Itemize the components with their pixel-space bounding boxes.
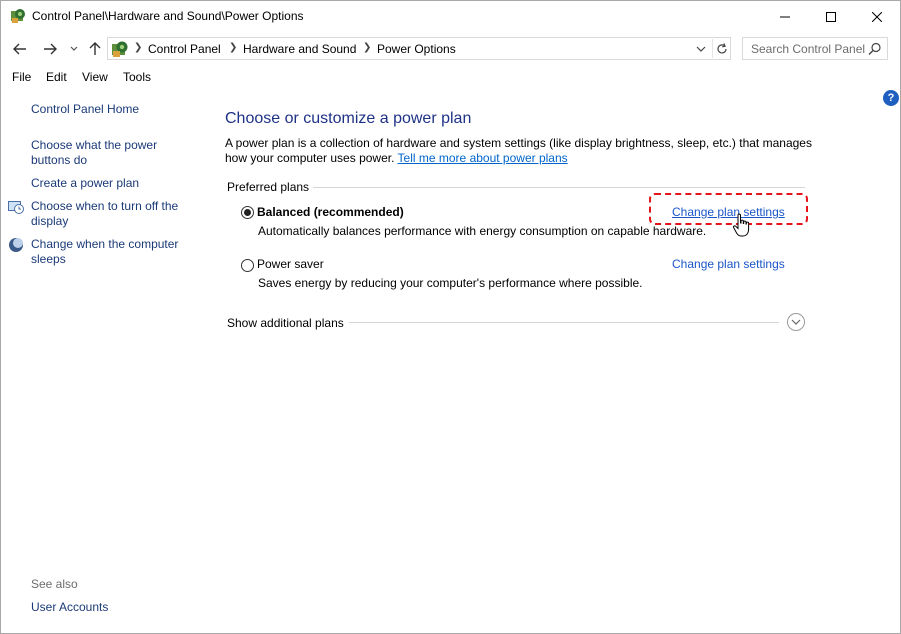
breadcrumb-power-options[interactable]: Power Options bbox=[377, 42, 456, 56]
maximize-button[interactable] bbox=[808, 1, 854, 32]
power-saver-plan-description: Saves energy by reducing your computer's… bbox=[258, 276, 643, 290]
breadcrumb-control-panel[interactable]: Control Panel bbox=[148, 42, 221, 56]
display-timer-icon bbox=[8, 199, 24, 215]
balanced-radio[interactable] bbox=[241, 206, 254, 219]
minimize-button[interactable] bbox=[762, 1, 808, 32]
sidebar-item-display-off[interactable]: Choose when to turn off the display bbox=[31, 199, 201, 229]
refresh-button[interactable] bbox=[713, 39, 730, 58]
chevron-down-icon bbox=[70, 46, 78, 51]
arrow-up-icon bbox=[89, 42, 101, 55]
preferred-plans-label: Preferred plans bbox=[227, 180, 310, 194]
refresh-icon bbox=[716, 42, 727, 53]
arrow-right-icon bbox=[44, 43, 57, 55]
balanced-plan-name[interactable]: Balanced (recommended) bbox=[257, 205, 404, 219]
sidebar-item-create-plan[interactable]: Create a power plan bbox=[31, 176, 139, 191]
breadcrumb-separator-icon[interactable]: ❯ bbox=[229, 42, 237, 53]
control-panel-icon bbox=[111, 40, 129, 58]
additional-plans-divider bbox=[349, 322, 779, 323]
see-also-heading: See also bbox=[31, 577, 78, 591]
learn-more-link[interactable]: Tell me more about power plans bbox=[398, 151, 568, 165]
recent-locations-button[interactable] bbox=[67, 38, 81, 60]
breadcrumb-separator-icon[interactable]: ❯ bbox=[134, 42, 142, 53]
window-title: Control Panel\Hardware and Sound\Power O… bbox=[32, 9, 304, 23]
power-saver-change-settings-link[interactable]: Change plan settings bbox=[672, 257, 785, 271]
menu-edit[interactable]: Edit bbox=[46, 70, 67, 84]
up-button[interactable] bbox=[85, 38, 105, 60]
address-bar[interactable]: ❯ Control Panel ❯ Hardware and Sound ❯ P… bbox=[107, 37, 731, 60]
sleep-moon-icon bbox=[8, 237, 24, 253]
sidebar-item-sleep[interactable]: Change when the computer sleeps bbox=[31, 237, 201, 267]
group-divider bbox=[313, 187, 805, 188]
menu-bar: File Edit View Tools bbox=[1, 66, 900, 88]
chevron-down-icon bbox=[696, 46, 706, 52]
close-button[interactable] bbox=[854, 1, 900, 32]
menu-file[interactable]: File bbox=[12, 70, 31, 84]
arrow-left-icon bbox=[13, 43, 26, 55]
power-saver-plan-name[interactable]: Power saver bbox=[257, 257, 324, 271]
hand-pointer-icon bbox=[732, 213, 752, 239]
highlight-annotation bbox=[649, 193, 808, 225]
search-input[interactable]: Search Control Panel bbox=[742, 37, 888, 60]
breadcrumb-hardware-and-sound[interactable]: Hardware and Sound bbox=[243, 42, 356, 56]
page-title: Choose or customize a power plan bbox=[225, 110, 472, 127]
control-panel-icon bbox=[10, 8, 26, 24]
task-pane: Control Panel Home Choose what the power… bbox=[1, 89, 213, 633]
help-button[interactable]: ? bbox=[883, 90, 899, 106]
forward-button[interactable] bbox=[39, 38, 61, 60]
balanced-plan-description: Automatically balances performance with … bbox=[258, 224, 707, 238]
show-additional-plans-label[interactable]: Show additional plans bbox=[227, 316, 344, 330]
page-description: A power plan is a collection of hardware… bbox=[225, 136, 825, 166]
address-history-button[interactable] bbox=[692, 39, 710, 58]
menu-view[interactable]: View bbox=[82, 70, 108, 84]
title-bar: Control Panel\Hardware and Sound\Power O… bbox=[1, 1, 900, 33]
close-icon bbox=[872, 11, 882, 22]
menu-tools[interactable]: Tools bbox=[123, 70, 151, 84]
sidebar-item-power-buttons[interactable]: Choose what the power buttons do bbox=[31, 138, 191, 168]
breadcrumb-separator-icon[interactable]: ❯ bbox=[363, 42, 371, 53]
back-button[interactable] bbox=[9, 38, 31, 60]
power-saver-radio[interactable] bbox=[241, 259, 254, 272]
search-placeholder: Search Control Panel bbox=[751, 42, 866, 56]
control-panel-window: Control Panel\Hardware and Sound\Power O… bbox=[0, 0, 901, 634]
navigation-bar: ❯ Control Panel ❯ Hardware and Sound ❯ P… bbox=[1, 34, 900, 64]
search-icon[interactable] bbox=[868, 42, 882, 56]
user-accounts-link[interactable]: User Accounts bbox=[31, 600, 108, 615]
chevron-down-icon bbox=[791, 319, 801, 325]
control-panel-home-link[interactable]: Control Panel Home bbox=[31, 102, 139, 117]
expand-additional-plans-button[interactable] bbox=[787, 313, 805, 331]
